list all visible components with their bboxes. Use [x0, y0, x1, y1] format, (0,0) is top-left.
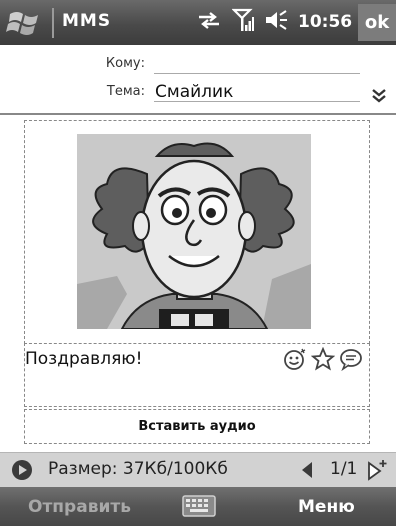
app-title: MMS [62, 11, 112, 31]
windows-start-icon[interactable] [6, 8, 48, 38]
page-indicator: 1/1 [330, 459, 358, 479]
audio-slot: Вставить аудио [24, 409, 370, 444]
send-softkey[interactable]: Отправить [28, 497, 131, 517]
menu-softkey[interactable]: Меню [298, 497, 355, 517]
volume-icon[interactable] [264, 9, 288, 35]
subject-underline [154, 101, 360, 102]
softkey-bar: Отправить Меню [0, 487, 396, 526]
message-header: Кому: Тема: Смайлик [0, 45, 396, 115]
message-text-area[interactable]: Поздравляю! [24, 343, 370, 407]
emoticon-icon[interactable] [283, 347, 307, 371]
signal-icon[interactable] [231, 8, 254, 36]
cartoon-character-image[interactable] [77, 134, 311, 329]
clock-time[interactable]: 10:56 [298, 12, 352, 32]
ok-button[interactable]: ok [358, 4, 396, 41]
double-chevron-down-icon[interactable] [368, 85, 390, 107]
star-icon[interactable] [310, 346, 336, 371]
status-icons: 10:56 [196, 8, 352, 36]
slide-nav-bar: Размер: 37Кб/100Кб 1/1 [0, 452, 396, 487]
next-slide-icon[interactable] [366, 458, 390, 482]
subject-label: Тема: [106, 84, 145, 99]
insert-tools [283, 346, 363, 372]
message-size: Размер: 37Кб/100Кб [48, 459, 228, 479]
subject-field[interactable]: Смайлик [155, 82, 233, 102]
text-bubble-icon[interactable] [339, 347, 363, 372]
to-label: Кому: [105, 56, 145, 71]
connectivity-icon[interactable] [196, 9, 222, 35]
insert-audio-button[interactable]: Вставить аудио [25, 410, 369, 443]
play-icon[interactable] [10, 458, 34, 482]
keyboard-icon[interactable] [182, 495, 216, 517]
previous-slide-icon[interactable] [300, 461, 314, 479]
message-text[interactable]: Поздравляю! [25, 349, 142, 369]
picture-slot[interactable] [24, 120, 370, 344]
title-bar: MMS 10:56 ok [0, 0, 396, 45]
to-field[interactable] [154, 73, 360, 74]
title-separator [52, 8, 54, 38]
